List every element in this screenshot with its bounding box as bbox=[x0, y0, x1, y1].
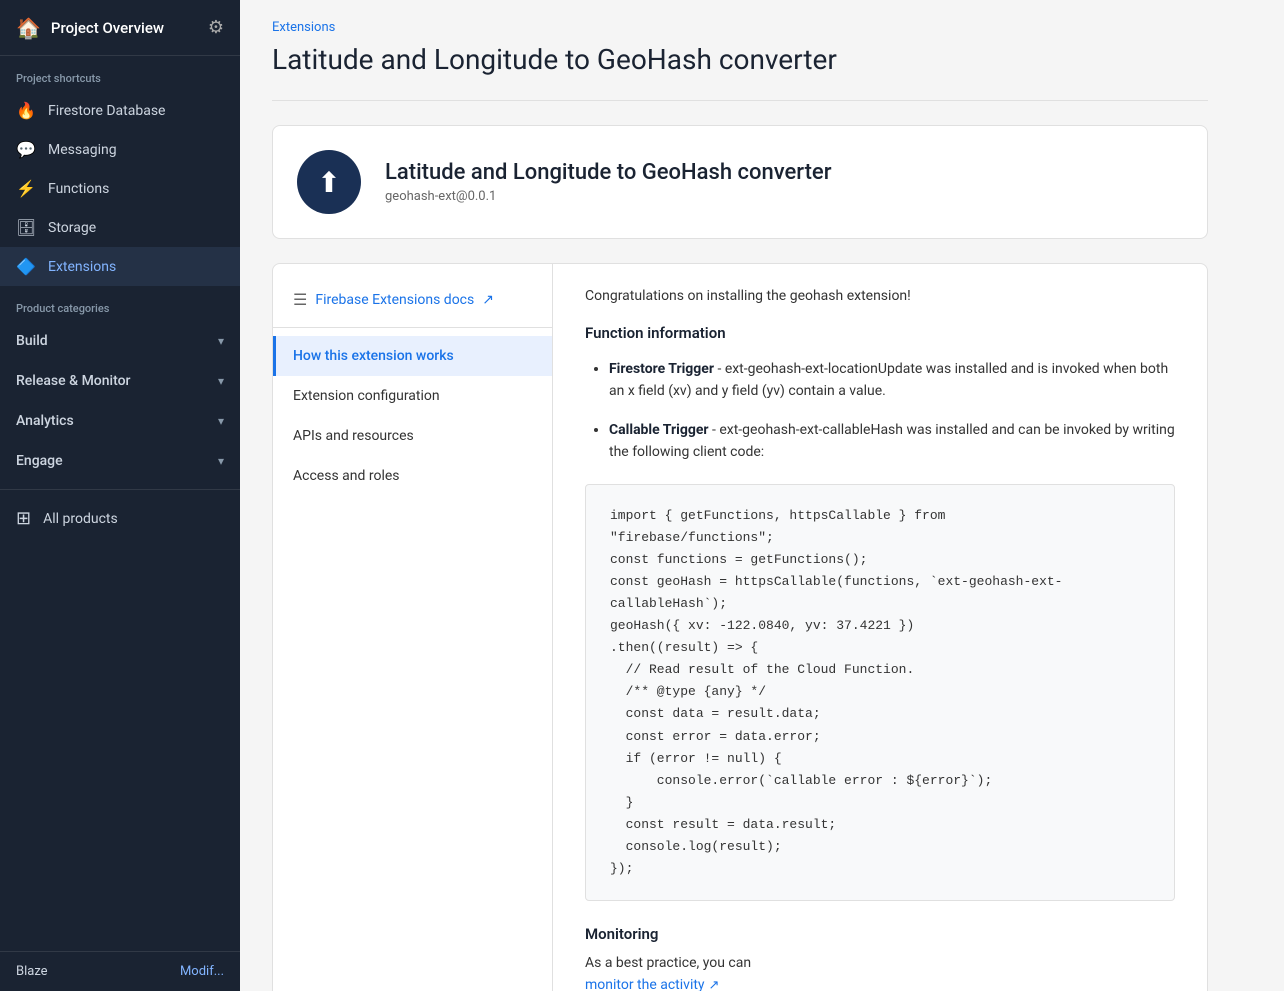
external-link-icon: ↗ bbox=[482, 292, 494, 308]
extension-card-title: Latitude and Longitude to GeoHash conver… bbox=[385, 160, 831, 185]
sidebar-item-label-messaging: Messaging bbox=[48, 142, 117, 158]
list-item-callable: Callable Trigger - ext-geohash-ext-calla… bbox=[609, 419, 1175, 464]
extension-header-card: ⬆ Latitude and Longitude to GeoHash conv… bbox=[272, 125, 1208, 239]
home-icon[interactable]: 🏠 bbox=[16, 16, 41, 40]
project-title: Project Overview bbox=[51, 19, 164, 37]
sidebar-item-extensions[interactable]: 🔷 Extensions bbox=[0, 247, 240, 286]
category-analytics-label: Analytics bbox=[16, 413, 74, 429]
sidebar-header: 🏠 Project Overview ⚙ bbox=[0, 0, 240, 56]
extensions-icon: 🔷 bbox=[16, 257, 36, 276]
product-categories-label: Product categories bbox=[0, 286, 240, 321]
modify-link[interactable]: Modif... bbox=[180, 964, 224, 979]
nav-label-configuration: Extension configuration bbox=[293, 388, 440, 404]
monitoring-section: Monitoring As a best practice, you can m… bbox=[585, 925, 1175, 991]
sidebar-category-analytics[interactable]: Analytics ▾ bbox=[0, 401, 240, 441]
callable-trigger-term: Callable Trigger bbox=[609, 422, 709, 438]
content-area: ☰ Firebase Extensions docs ↗ How this ex… bbox=[272, 263, 1208, 991]
shortcuts-label: Project shortcuts bbox=[0, 56, 240, 91]
sidebar-bottom: Blaze Modif... bbox=[0, 951, 240, 991]
monitor-external-icon: ↗ bbox=[709, 978, 720, 991]
functions-icon: ⚡ bbox=[16, 179, 36, 198]
info-list: Firestore Trigger - ext-geohash-ext-loca… bbox=[585, 358, 1175, 464]
sidebar-item-label-extensions: Extensions bbox=[48, 259, 116, 275]
extension-version: geohash-ext@0.0.1 bbox=[385, 189, 831, 204]
firestore-trigger-term: Firestore Trigger bbox=[609, 361, 714, 377]
extension-logo: ⬆ bbox=[297, 150, 361, 214]
code-block: import { getFunctions, httpsCallable } f… bbox=[585, 484, 1175, 902]
settings-icon[interactable]: ⚙ bbox=[208, 17, 224, 38]
nav-label-how-it-works: How this extension works bbox=[293, 348, 454, 364]
grid-icon: ⊞ bbox=[16, 508, 31, 529]
sidebar-category-engage[interactable]: Engage ▾ bbox=[0, 441, 240, 481]
list-item-firestore: Firestore Trigger - ext-geohash-ext-loca… bbox=[609, 358, 1175, 403]
storage-icon: 🗄 bbox=[16, 218, 36, 237]
monitor-activity-link[interactable]: monitor the activity bbox=[585, 977, 705, 991]
sidebar-item-messaging[interactable]: 💬 Messaging bbox=[0, 130, 240, 169]
docs-label: Firebase Extensions docs bbox=[315, 292, 474, 308]
category-engage-label: Engage bbox=[16, 453, 63, 469]
monitoring-title: Monitoring bbox=[585, 925, 1175, 943]
chevron-down-icon: ▾ bbox=[218, 414, 224, 428]
nav-label-apis: APIs and resources bbox=[293, 428, 414, 444]
sidebar-item-firestore[interactable]: 🔥 Firestore Database bbox=[0, 91, 240, 130]
content-nav: ☰ Firebase Extensions docs ↗ How this ex… bbox=[273, 264, 553, 991]
chevron-down-icon: ▾ bbox=[218, 374, 224, 388]
chevron-down-icon: ▾ bbox=[218, 334, 224, 348]
chevron-down-icon: ▾ bbox=[218, 454, 224, 468]
sidebar-category-release-monitor[interactable]: Release & Monitor ▾ bbox=[0, 361, 240, 401]
sidebar: 🏠 Project Overview ⚙ Project shortcuts 🔥… bbox=[0, 0, 240, 991]
all-products-item[interactable]: ⊞ All products bbox=[0, 498, 240, 539]
congrats-text: Congratulations on installing the geohas… bbox=[585, 288, 1175, 304]
nav-item-configuration[interactable]: Extension configuration bbox=[273, 376, 552, 416]
sidebar-item-label-storage: Storage bbox=[48, 220, 96, 236]
sidebar-divider bbox=[0, 489, 240, 490]
doc-icon: ☰ bbox=[293, 290, 307, 309]
breadcrumb[interactable]: Extensions bbox=[272, 20, 1208, 35]
blaze-label: Blaze bbox=[16, 964, 48, 979]
monitoring-link-container: monitor the activity ↗ bbox=[585, 977, 719, 991]
nav-label-access: Access and roles bbox=[293, 468, 400, 484]
nav-item-access[interactable]: Access and roles bbox=[273, 456, 552, 496]
messaging-icon: 💬 bbox=[16, 140, 36, 159]
content-main: Congratulations on installing the geohas… bbox=[553, 264, 1207, 991]
all-products-label: All products bbox=[43, 511, 118, 527]
nav-item-how-it-works[interactable]: How this extension works bbox=[273, 336, 552, 376]
sidebar-item-label-firestore: Firestore Database bbox=[48, 103, 165, 119]
sidebar-header-left: 🏠 Project Overview bbox=[16, 16, 164, 40]
category-build-label: Build bbox=[16, 333, 48, 349]
nav-divider bbox=[273, 327, 552, 328]
main-content: Extensions Latitude and Longitude to Geo… bbox=[240, 0, 1284, 991]
sidebar-item-functions[interactable]: ⚡ Functions bbox=[0, 169, 240, 208]
category-release-label: Release & Monitor bbox=[16, 373, 131, 389]
docs-link[interactable]: ☰ Firebase Extensions docs ↗ bbox=[273, 280, 552, 319]
page-divider bbox=[272, 100, 1208, 101]
sidebar-item-storage[interactable]: 🗄 Storage bbox=[0, 208, 240, 247]
page-title: Latitude and Longitude to GeoHash conver… bbox=[272, 43, 1208, 76]
sidebar-category-build[interactable]: Build ▾ bbox=[0, 321, 240, 361]
extension-logo-icon: ⬆ bbox=[317, 166, 340, 199]
monitoring-text: As a best practice, you can bbox=[585, 955, 1175, 971]
extension-info: Latitude and Longitude to GeoHash conver… bbox=[385, 160, 831, 204]
sidebar-item-label-functions: Functions bbox=[48, 181, 109, 197]
firestore-icon: 🔥 bbox=[16, 101, 36, 120]
function-info-title: Function information bbox=[585, 324, 1175, 342]
nav-item-apis[interactable]: APIs and resources bbox=[273, 416, 552, 456]
